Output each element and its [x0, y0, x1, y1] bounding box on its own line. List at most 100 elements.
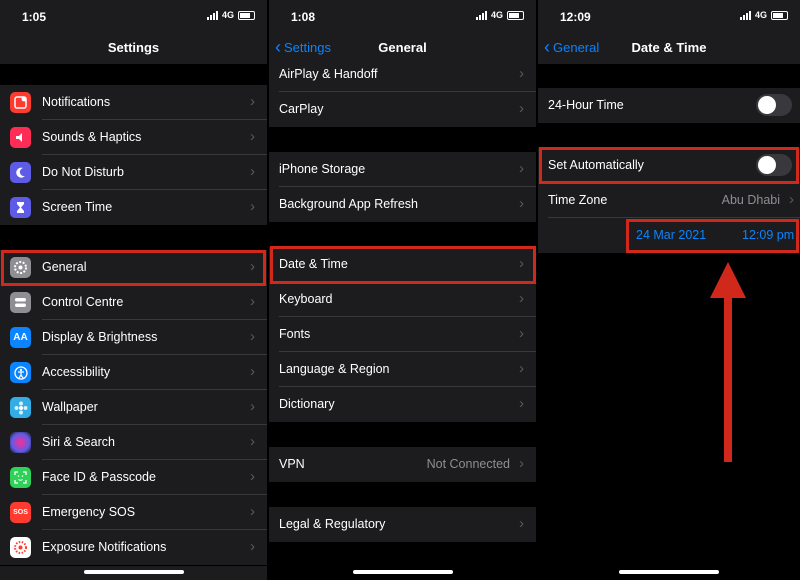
- time-zone-row[interactable]: Time Zone Abu Dhabi ›: [538, 183, 800, 218]
- chevron-right-icon: ›: [250, 538, 255, 555]
- chevron-right-icon: ›: [250, 398, 255, 415]
- settings-item-label: Do Not Disturb: [42, 165, 124, 179]
- status-icons: 4G: [475, 10, 524, 20]
- general-item-iphone-storage[interactable]: iPhone Storage ›: [269, 152, 536, 187]
- signal-icon: [206, 10, 218, 20]
- chevron-right-icon: ›: [519, 65, 524, 82]
- time-zone-label: Time Zone: [548, 193, 608, 207]
- general-item-label: Fonts: [279, 327, 311, 341]
- exposure-icon: [10, 537, 31, 558]
- general-highlight: [1, 250, 266, 286]
- settings-item-label: Display & Brightness: [42, 330, 158, 344]
- settings-item-exposure[interactable]: Exposure Notifications ›: [0, 530, 267, 565]
- moon-icon: [10, 162, 31, 183]
- chevron-right-icon: ›: [250, 503, 255, 520]
- date-time-highlight: [270, 246, 536, 284]
- chevron-right-icon: ›: [519, 160, 524, 177]
- settings-item-face-id[interactable]: Face ID & Passcode ›: [0, 460, 267, 495]
- general-item-airplay[interactable]: AirPlay & Handoff ›: [269, 57, 536, 92]
- chevron-right-icon: ›: [250, 163, 255, 180]
- chevron-right-icon: ›: [789, 191, 794, 208]
- settings-item-label: Screen Time: [42, 200, 113, 214]
- arrow-up-icon: [710, 262, 746, 462]
- general-item-label: Dictionary: [279, 397, 335, 411]
- chevron-right-icon: ›: [519, 100, 524, 117]
- settings-item-do-not-disturb[interactable]: Do Not Disturb ›: [0, 155, 267, 190]
- network-label: 4G: [754, 10, 767, 20]
- status-bar: 1:05 4G: [0, 0, 267, 34]
- twenty-four-hour-row: 24-Hour Time: [538, 88, 800, 123]
- hourglass-icon: [10, 197, 31, 218]
- general-item-keyboard[interactable]: Keyboard ›: [269, 282, 536, 317]
- general-item-background-refresh[interactable]: Background App Refresh ›: [269, 187, 536, 222]
- twenty-four-hour-toggle[interactable]: [756, 94, 792, 116]
- sos-icon: SOS: [10, 502, 31, 523]
- settings-item-sounds[interactable]: Sounds & Haptics ›: [0, 120, 267, 155]
- general-item-label: Legal & Regulatory: [279, 517, 386, 531]
- general-item-fonts[interactable]: Fonts ›: [269, 317, 536, 352]
- general-item-vpn[interactable]: VPN Not Connected ›: [269, 447, 536, 482]
- chevron-right-icon: ›: [250, 93, 255, 110]
- display-icon: AA: [10, 327, 31, 348]
- page-title: Settings: [107, 40, 160, 55]
- settings-item-label: Control Centre: [42, 295, 124, 309]
- settings-item-label: Emergency SOS: [42, 505, 136, 519]
- settings-item-display[interactable]: AA Display & Brightness ›: [0, 320, 267, 355]
- chevron-right-icon: ›: [519, 515, 524, 532]
- general-item-label: Language & Region: [279, 362, 390, 376]
- settings-item-wallpaper[interactable]: Wallpaper ›: [0, 390, 267, 425]
- status-time: 1:08: [291, 10, 316, 24]
- network-label: 4G: [221, 10, 234, 20]
- wallpaper-icon: [10, 397, 31, 418]
- general-item-label: iPhone Storage: [279, 162, 366, 176]
- twenty-four-hour-label: 24-Hour Time: [548, 98, 624, 112]
- face-id-icon: [10, 467, 31, 488]
- general-item-label: CarPlay: [279, 102, 324, 116]
- status-time: 1:05: [22, 10, 47, 24]
- settings-item-control-centre[interactable]: Control Centre ›: [0, 285, 267, 320]
- set-automatically-highlight: [539, 147, 799, 184]
- date-time-value-highlight: [626, 219, 799, 253]
- settings-item-label: Accessibility: [42, 365, 111, 379]
- settings-item-accessibility[interactable]: Accessibility ›: [0, 355, 267, 390]
- settings-screen: 1:05 4G Settings Notifications › Sounds …: [0, 0, 267, 580]
- chevron-right-icon: ›: [519, 290, 524, 307]
- battery-icon: [771, 10, 788, 20]
- chevron-right-icon: ›: [250, 433, 255, 450]
- general-item-dictionary[interactable]: Dictionary ›: [269, 387, 536, 422]
- siri-icon: [10, 432, 31, 453]
- general-item-language[interactable]: Language & Region ›: [269, 352, 536, 387]
- status-icons: 4G: [206, 10, 255, 20]
- settings-item-emergency-sos[interactable]: SOS Emergency SOS ›: [0, 495, 267, 530]
- page-title: Date & Time: [631, 40, 707, 55]
- page-title: General: [378, 40, 427, 55]
- general-item-label: AirPlay & Handoff: [279, 67, 378, 81]
- date-time-screen: 12:09 4G ‹ General Date & Time 24-Hour Ti…: [538, 0, 800, 580]
- general-item-label: Background App Refresh: [279, 197, 418, 211]
- signal-icon: [739, 10, 751, 20]
- nav-bar: Settings: [0, 34, 267, 64]
- battery-icon: [238, 10, 255, 20]
- chevron-right-icon: ›: [250, 293, 255, 310]
- notifications-icon: [10, 92, 31, 113]
- home-indicator: [83, 570, 184, 574]
- status-bar: 12:09 4G: [538, 0, 800, 34]
- settings-item-label: Exposure Notifications: [42, 540, 167, 554]
- chevron-right-icon: ›: [519, 455, 524, 472]
- settings-item-label: Siri & Search: [42, 435, 115, 449]
- signal-icon: [475, 10, 487, 20]
- general-item-carplay[interactable]: CarPlay ›: [269, 92, 536, 127]
- sounds-icon: [10, 127, 31, 148]
- settings-item-notifications[interactable]: Notifications ›: [0, 85, 267, 120]
- network-label: 4G: [490, 10, 503, 20]
- settings-item-siri[interactable]: Siri & Search ›: [0, 425, 267, 460]
- chevron-right-icon: ›: [519, 395, 524, 412]
- settings-item-label: Face ID & Passcode: [42, 470, 156, 484]
- settings-item-label: Sounds & Haptics: [42, 130, 142, 144]
- status-time: 12:09: [560, 10, 591, 24]
- general-item-legal[interactable]: Legal & Regulatory ›: [269, 507, 536, 542]
- home-indicator: [619, 570, 719, 574]
- settings-item-screen-time[interactable]: Screen Time ›: [0, 190, 267, 225]
- chevron-right-icon: ›: [250, 128, 255, 145]
- settings-item-label: Notifications: [42, 95, 111, 109]
